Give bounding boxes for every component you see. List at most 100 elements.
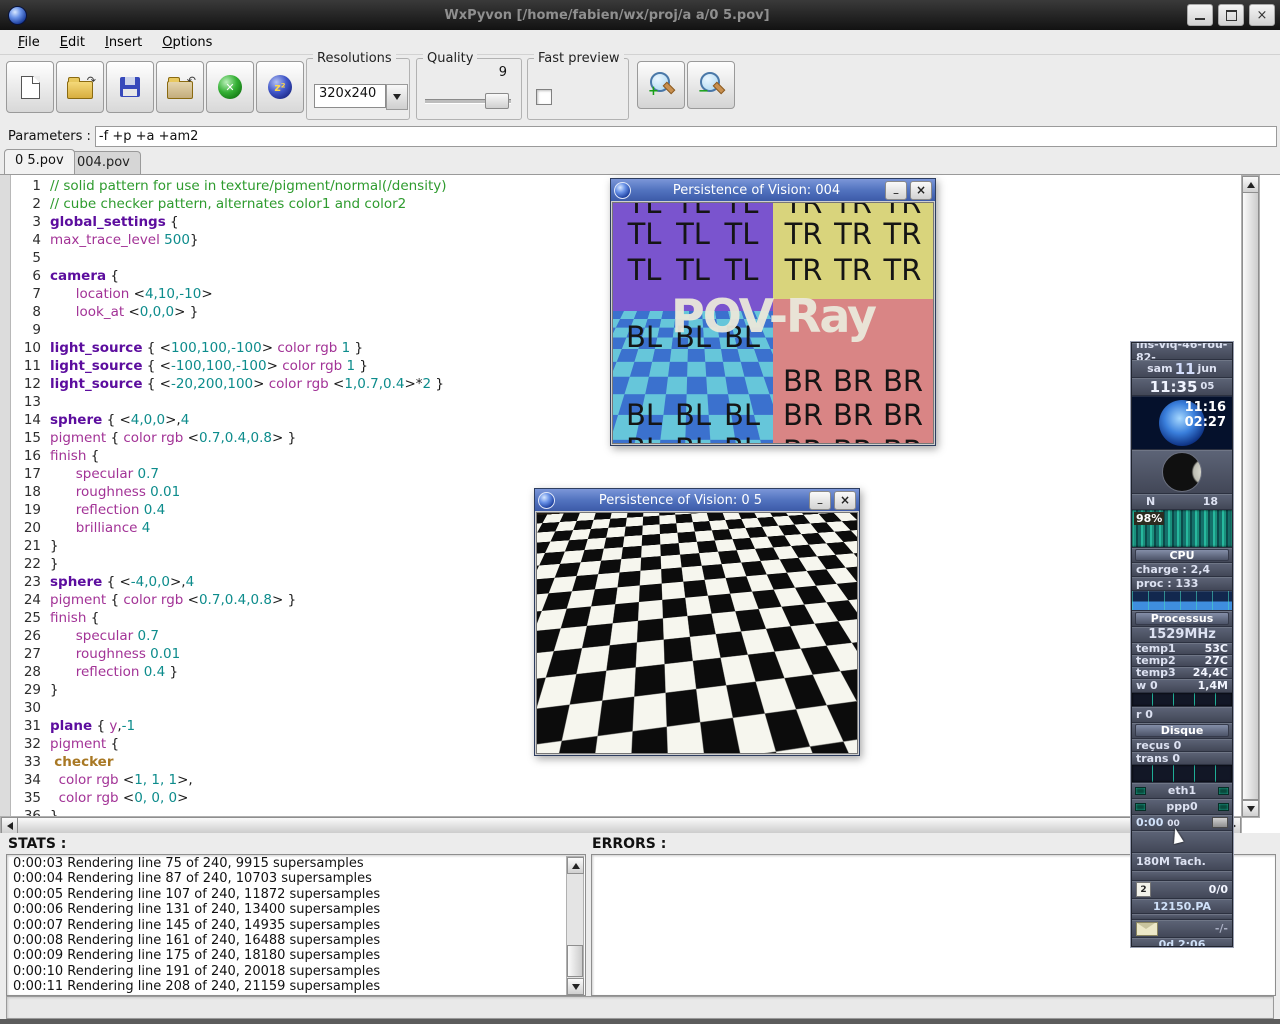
render-window-004[interactable]: Persistence of Vision: 004 – × TLTLTLTLT… [610, 178, 936, 446]
pattern-row-tl: TLTLTL [613, 254, 773, 286]
povray-logo-icon [8, 6, 27, 25]
minimize-button[interactable]: – [885, 181, 907, 200]
zoom-in-button[interactable]: + [637, 61, 685, 109]
code-text: finish { [50, 609, 99, 627]
resolution-select[interactable]: 320x240 [314, 84, 408, 110]
system-monitor-panel[interactable]: lns-vlq-46-rou-82- sam 11 jun 11:35 05 1… [1131, 342, 1233, 947]
fast-preview-checkbox[interactable] [536, 89, 552, 105]
tab-bar: 0 5.pov 004.pov [0, 149, 1280, 174]
stats-box[interactable]: 0:00:03 Rendering line 75 of 240, 9915 s… [6, 854, 586, 996]
scroll-down-button[interactable] [1242, 800, 1259, 817]
menu-options[interactable]: Options [152, 32, 222, 53]
code-text: light_source { <-100,100,-100> color rgb… [50, 357, 368, 375]
menu-edit[interactable]: Edit [50, 32, 95, 53]
led-indicator [1218, 787, 1229, 795]
maximize-button[interactable] [1218, 4, 1244, 26]
process-header[interactable]: Processus [1135, 612, 1229, 625]
parameters-input[interactable]: -f +p +a +am2 [95, 126, 1277, 147]
new-file-icon [21, 76, 40, 99]
line-number: 5 [11, 249, 50, 267]
save-file-button[interactable] [106, 61, 154, 113]
timer-button-icon[interactable] [1212, 817, 1228, 828]
code-line-35[interactable]: 35 color rgb <0, 0, 0> [11, 789, 1240, 807]
code-text: light_source { <-20,200,100> color rgb <… [50, 375, 444, 393]
cpu-header[interactable]: CPU [1135, 549, 1229, 561]
stats-scrollbar[interactable] [566, 856, 584, 996]
code-text: plane { y,-1 [50, 717, 135, 735]
arrow-up-icon [572, 863, 580, 869]
code-line-17[interactable]: 17 specular 0.7 [11, 465, 1240, 483]
sun-times: 11:16 02:27 [1132, 400, 1226, 430]
zoom-out-button[interactable]: − [687, 61, 735, 109]
line-number: 23 [11, 573, 50, 591]
dropdown-button[interactable] [386, 84, 408, 110]
code-text: } [50, 537, 59, 555]
line-number: 25 [11, 609, 50, 627]
scroll-up-button[interactable] [1242, 176, 1259, 193]
parameters-label: Parameters : [8, 129, 91, 144]
minimize-icon [1195, 18, 1205, 20]
scroll-left-button[interactable] [1, 817, 18, 833]
render-window-titlebar[interactable]: Persistence of Vision: 004 – × [611, 179, 935, 201]
code-text: // cube checker pattern, alternates colo… [50, 195, 406, 213]
scroll-up-button[interactable] [567, 857, 584, 874]
editor-horizontal-scrollbar[interactable] [0, 816, 1242, 833]
minimize-button[interactable] [1187, 4, 1213, 26]
timer-row[interactable]: 0:00 00 [1132, 815, 1232, 831]
render-start-button[interactable]: ✕ [206, 61, 254, 113]
purple-sphere [695, 571, 857, 739]
menu-file[interactable]: File [8, 32, 50, 53]
close-button[interactable]: × [910, 181, 932, 200]
resolution-value[interactable]: 320x240 [314, 84, 386, 108]
code-line-34[interactable]: 34 color rgb <1, 1, 1>, [11, 771, 1240, 789]
sunrise-time: 11:16 [1185, 400, 1226, 415]
open-file-button[interactable]: ↷ [56, 61, 104, 113]
menubar: File Edit Insert Options [0, 30, 1280, 55]
code-line-16[interactable]: 16finish { [11, 447, 1240, 465]
slider-handle[interactable] [485, 93, 509, 109]
code-text: color rgb <0, 0, 0> [50, 789, 188, 807]
pattern-row-tr: TRTRTR [773, 254, 933, 286]
tab-0-5-pov[interactable]: 0 5.pov [4, 149, 75, 174]
minimize-button[interactable]: – [809, 491, 831, 510]
editor-vertical-scrollbar[interactable] [1241, 175, 1260, 818]
quality-slider[interactable] [425, 93, 511, 107]
line-number: 14 [11, 411, 50, 429]
line-number: 19 [11, 501, 50, 519]
line-number: 7 [11, 285, 50, 303]
menu-insert[interactable]: Insert [95, 32, 152, 53]
stock-ticker: 12150.PA [1132, 899, 1232, 914]
led-indicator [1135, 787, 1146, 795]
render-window-titlebar[interactable]: Persistence of Vision: 0 5 – × [535, 489, 859, 511]
pattern-row-bl: BLBLBL [613, 399, 773, 431]
line-number: 21 [11, 537, 50, 555]
close-button[interactable]: × [1249, 4, 1275, 26]
led-indicator [1218, 803, 1229, 811]
disk-header[interactable]: Disque [1135, 724, 1229, 737]
render-window-0-5[interactable]: Persistence of Vision: 0 5 – × [534, 488, 860, 756]
scrollbar-thumb[interactable] [17, 817, 1225, 833]
ppp0-section[interactable]: ppp0 [1132, 799, 1232, 815]
close-file-button[interactable]: ↶ [156, 61, 204, 113]
window-title: WxPyvon [/home/fabien/wx/proj/a a/0 5.po… [27, 8, 1187, 23]
process-section: Processus [1132, 611, 1232, 627]
stats-line: 0:00:09 Rendering line 175 of 240, 18180… [13, 948, 565, 963]
mail-row[interactable]: 2 0/0 [1132, 881, 1232, 899]
render-sleep-icon: z² [268, 75, 292, 99]
clock-time: 11:35 [1150, 378, 1198, 396]
line-number: 35 [11, 789, 50, 807]
close-button[interactable]: × [834, 491, 856, 510]
mailbox-row[interactable]: -/- [1132, 920, 1232, 938]
arrow-left-icon [7, 822, 13, 830]
scrollbar-thumb[interactable] [1242, 192, 1259, 800]
render-sleep-button[interactable]: z² [256, 61, 304, 113]
new-file-button[interactable] [6, 61, 54, 113]
tab-004-pov[interactable]: 004.pov [66, 151, 141, 174]
mail-icon: 2 [1136, 882, 1151, 897]
stats-label: STATS : [8, 836, 66, 852]
output-panes: STATS : ERRORS : 0:00:03 Rendering line … [0, 836, 1280, 996]
line-number: 20 [11, 519, 50, 537]
eth1-section[interactable]: eth1 [1132, 783, 1232, 799]
scroll-down-button[interactable] [567, 978, 584, 995]
scrollbar-thumb[interactable] [567, 945, 583, 977]
